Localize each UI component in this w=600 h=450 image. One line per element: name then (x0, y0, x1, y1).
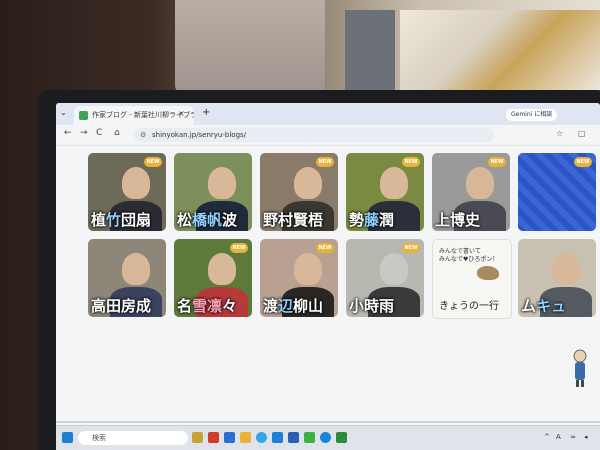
portrait-head (380, 253, 408, 285)
author-card[interactable]: 名雪凛々 NEW (174, 239, 252, 317)
forward-button[interactable]: → (80, 128, 88, 138)
new-badge: NEW (488, 157, 506, 167)
author-card[interactable]: 松橋帆波 (174, 153, 252, 231)
taskbar-search-label: 検索 (92, 434, 106, 442)
browser-toolbar: ← → C ⌂ ⚙ shinyokan.jp/senryu-blogs/ ☆ ▢ (56, 125, 600, 146)
author-name: 高田房成 (91, 297, 152, 315)
outlook-icon[interactable] (288, 432, 299, 443)
taskbar-search-box[interactable]: 検索 (78, 431, 188, 445)
portrait-head (380, 167, 408, 199)
app-icon-photos[interactable] (272, 432, 283, 443)
excel-icon[interactable] (336, 432, 347, 443)
author-name: ムキュ (521, 297, 567, 315)
tray-language[interactable]: A (556, 433, 561, 441)
author-name: 小時雨 (349, 297, 395, 315)
author-card[interactable]: ムキュ (518, 239, 596, 317)
new-badge: NEW (316, 157, 334, 167)
volume-icon[interactable]: ◂ (584, 433, 588, 441)
new-badge: NEW (402, 157, 420, 167)
author-card[interactable]: 植竹団扇 NEW (88, 153, 166, 231)
new-badge: NEW (574, 157, 592, 167)
portrait-head (294, 167, 322, 199)
widget-icon[interactable] (192, 432, 203, 443)
portrait-head (208, 167, 236, 199)
author-card[interactable]: 高田房成 (88, 239, 166, 317)
author-name: 野村賢梧 (263, 211, 324, 229)
site-info-icon[interactable]: ⚙ (140, 128, 146, 142)
new-badge: NEW (144, 157, 162, 167)
author-name: 渡辺柳山 (263, 297, 324, 315)
portrait-head (208, 253, 236, 285)
url-text: shinyokan.jp/senryu-blogs/ (152, 131, 247, 139)
mascot-figure (573, 349, 587, 387)
promo-title: きょうの一行 (439, 301, 499, 312)
author-card[interactable]: 渡辺柳山 NEW (260, 239, 338, 317)
file-explorer-icon[interactable] (240, 432, 251, 443)
wifi-icon[interactable]: ≈ (570, 433, 576, 441)
author-name: 名雪凛々 (177, 297, 238, 315)
new-badge: NEW (316, 243, 334, 253)
laptop-screen: ⌄ 作家ブログ - 新葉社川柳ライブラリ × + Gemini に相談 ← → … (56, 103, 600, 450)
promo-text: みんなで書いて みんなで♥ひろポン！ (439, 248, 499, 263)
tray-chevron-icon[interactable]: ^ (544, 433, 550, 441)
windows-taskbar: 検索 ^ A ≈ ◂ (56, 425, 600, 450)
tab-close-icon[interactable]: × (178, 109, 185, 118)
address-bar[interactable]: ⚙ shinyokan.jp/senryu-blogs/ (134, 128, 494, 142)
author-card[interactable]: 小時雨 NEW (346, 239, 424, 317)
app-icon-red[interactable] (208, 432, 219, 443)
browser-tab-bar: ⌄ 作家ブログ - 新葉社川柳ライブラリ × + Gemini に相談 (56, 103, 600, 125)
edge-icon[interactable] (320, 432, 331, 443)
author-name: 植竹団扇 (91, 211, 152, 229)
shelf (345, 10, 395, 90)
new-badge: NEW (402, 243, 420, 253)
stacked-papers (400, 10, 600, 90)
towel (175, 0, 325, 95)
favicon-icon (79, 111, 88, 120)
author-name: 勢藤潤 (349, 211, 395, 229)
browser-tab[interactable]: 作家ブログ - 新葉社川柳ライブラリ (74, 106, 194, 125)
app-icon-blue[interactable] (224, 432, 235, 443)
portrait-head (294, 253, 322, 285)
gemini-button[interactable]: Gemini に相談 (506, 109, 558, 121)
author-card[interactable]: 上博史 NEW (432, 153, 510, 231)
extensions-icon[interactable]: ▢ (578, 129, 586, 138)
back-button[interactable]: ← (64, 128, 72, 138)
new-badge: NEW (230, 243, 248, 253)
author-card[interactable]: 野村賢梧 NEW (260, 153, 338, 231)
portrait-head (552, 253, 580, 285)
chrome-icon[interactable] (256, 432, 267, 443)
new-tab-button[interactable]: + (202, 107, 210, 118)
bookmark-star-icon[interactable]: ☆ (556, 129, 563, 138)
author-name: 上博史 (435, 211, 481, 229)
tab-menu-icon[interactable]: ⌄ (60, 108, 67, 117)
reload-button[interactable]: C (96, 128, 102, 138)
portrait-head (466, 167, 494, 199)
windows-start-icon[interactable] (62, 432, 73, 443)
author-card[interactable]: NEW (518, 153, 596, 231)
portrait-head (122, 253, 150, 285)
author-card[interactable]: みんなで書いて みんなで♥ひろポン！ きょうの一行 (432, 239, 512, 319)
author-card[interactable]: 勢藤潤 NEW (346, 153, 424, 231)
home-button[interactable]: ⌂ (114, 128, 120, 138)
author-name: 松橋帆波 (177, 211, 238, 229)
line-icon[interactable] (304, 432, 315, 443)
horizontal-scrollbar[interactable] (56, 421, 600, 423)
bird-illustration (477, 266, 499, 280)
portrait-head (122, 167, 150, 199)
